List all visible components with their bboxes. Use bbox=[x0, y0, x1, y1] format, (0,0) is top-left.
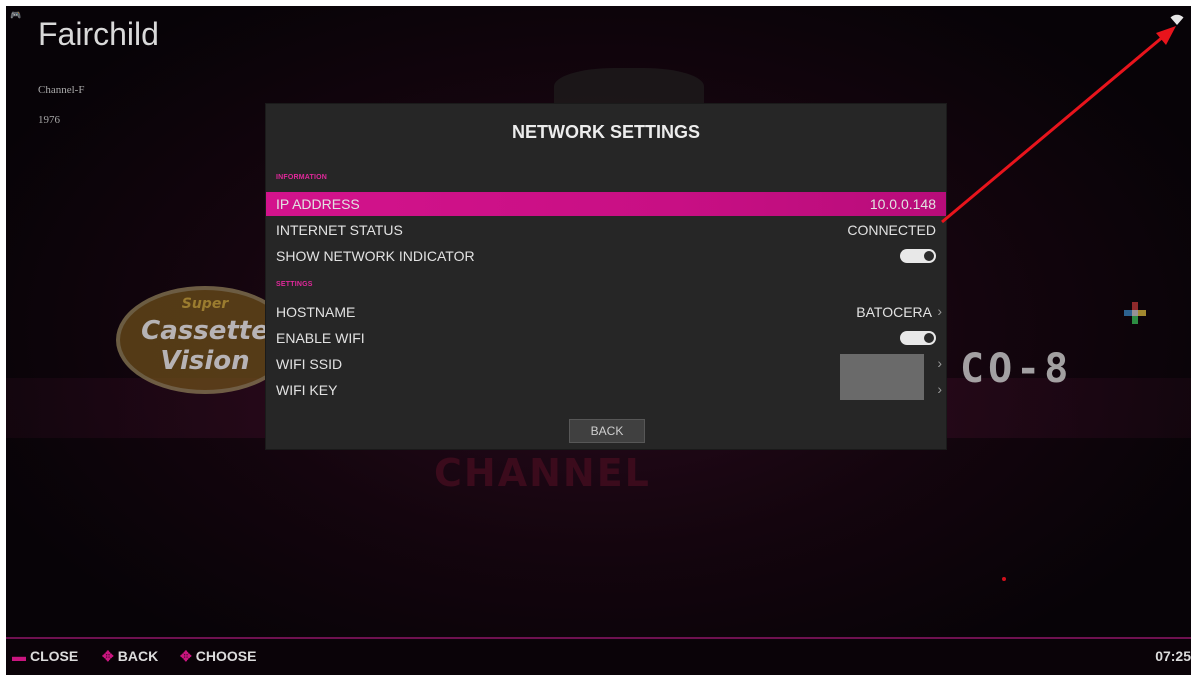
network-settings-dialog: NETWORK SETTINGS INFORMATION IP ADDRESS … bbox=[266, 104, 946, 449]
logo-line-3: Vision bbox=[160, 346, 250, 376]
hint-choose: ✥ CHOOSE bbox=[180, 648, 256, 665]
system-year: 1976 bbox=[38, 114, 60, 126]
row-value: CONNECTED bbox=[847, 222, 936, 238]
system-model: Channel-F bbox=[38, 84, 85, 96]
buttons-icon: ✥ bbox=[180, 648, 192, 664]
row-value: BATOCERA bbox=[856, 304, 932, 320]
hint-label: CLOSE bbox=[30, 648, 79, 664]
help-bar: ▬ CLOSE ✥ BACK ✥ CHOOSE 07:25 bbox=[6, 640, 1191, 675]
row-hostname[interactable]: HOSTNAME BATOCERA › bbox=[266, 300, 946, 324]
row-internet-status[interactable]: INTERNET STATUS CONNECTED bbox=[266, 218, 946, 242]
wifi-indicator-icon bbox=[1170, 14, 1184, 25]
row-label: SHOW NETWORK INDICATOR bbox=[276, 248, 475, 264]
enable-wifi-toggle[interactable] bbox=[900, 331, 936, 345]
row-value: 10.0.0.148 bbox=[869, 196, 936, 212]
redacted-wifi-values bbox=[840, 354, 924, 400]
row-label: INTERNET STATUS bbox=[276, 222, 403, 238]
row-label: IP ADDRESS bbox=[276, 196, 360, 212]
clock: 07:25 bbox=[1155, 648, 1191, 664]
background-dot bbox=[1002, 577, 1006, 581]
chevron-right-icon: › bbox=[937, 355, 942, 371]
gamepad-icon: 🎮 bbox=[10, 10, 22, 20]
select-button-icon: ▬ bbox=[12, 648, 26, 664]
section-header-settings: SETTINGS bbox=[276, 281, 313, 288]
network-indicator-toggle[interactable] bbox=[900, 249, 936, 263]
emulationstation-screen: Super Cassette Vision CO-8 CHANNEL 🎮 Fai… bbox=[6, 6, 1191, 675]
toggle-knob bbox=[924, 251, 934, 261]
logo-line-1: Super bbox=[181, 296, 229, 312]
background-cross-icon bbox=[1124, 302, 1146, 324]
system-name: Fairchild bbox=[38, 16, 159, 52]
row-label: WIFI SSID bbox=[276, 356, 343, 372]
row-ip-address[interactable]: IP ADDRESS 10.0.0.148 bbox=[266, 192, 946, 216]
row-show-network-indicator[interactable]: SHOW NETWORK INDICATOR bbox=[266, 244, 946, 268]
row-label: WIFI KEY bbox=[276, 382, 338, 398]
row-label: HOSTNAME bbox=[276, 304, 356, 320]
dpad-icon: ✥ bbox=[102, 648, 114, 664]
chevron-right-icon: › bbox=[937, 303, 942, 319]
section-header-information: INFORMATION bbox=[276, 174, 328, 181]
chevron-right-icon: › bbox=[937, 381, 942, 397]
dialog-title: NETWORK SETTINGS bbox=[512, 122, 700, 142]
back-button[interactable]: BACK bbox=[569, 419, 645, 443]
toggle-knob bbox=[924, 333, 934, 343]
footer-divider bbox=[6, 637, 1191, 639]
background-channel-logo: CHANNEL bbox=[434, 451, 651, 495]
hint-close: ▬ CLOSE bbox=[12, 648, 78, 664]
row-enable-wifi[interactable]: ENABLE WIFI bbox=[266, 326, 946, 350]
hint-label: CHOOSE bbox=[195, 648, 257, 664]
hint-back: ✥ BACK bbox=[102, 648, 158, 665]
row-label: ENABLE WIFI bbox=[276, 330, 365, 346]
hint-label: BACK bbox=[117, 648, 159, 664]
background-logo-co8: CO-8 bbox=[960, 346, 1073, 392]
logo-line-2: Cassette bbox=[141, 316, 269, 346]
